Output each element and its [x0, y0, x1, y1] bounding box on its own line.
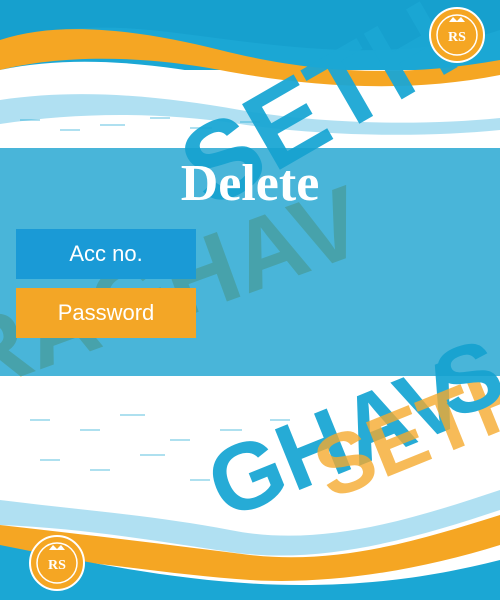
page-title: Delete: [180, 155, 320, 212]
rs-logo-icon: RS: [28, 534, 86, 592]
logo-text: RS: [48, 558, 66, 573]
rs-logo-icon: RS: [428, 6, 486, 64]
password-field[interactable]: Password: [16, 288, 196, 338]
account-number-field[interactable]: Acc no.: [16, 229, 196, 279]
logo-text: RS: [448, 30, 466, 45]
